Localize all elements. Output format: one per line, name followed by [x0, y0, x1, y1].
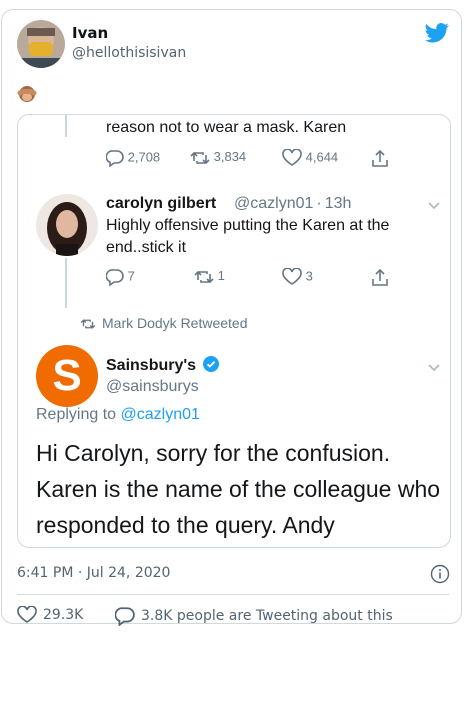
- retweet-count-value: 3,834: [213, 149, 247, 164]
- replying-handle: @cazlyn01: [120, 406, 200, 423]
- retweet-count-value: 1: [217, 268, 225, 283]
- author-handle[interactable]: @hellothisisivan: [72, 45, 186, 61]
- like-action[interactable]: 29.3K: [17, 605, 84, 624]
- reply-icon: [105, 269, 124, 287]
- share-icon: [370, 149, 390, 169]
- reply-icon: [105, 150, 124, 168]
- like-count-top: 4,644: [282, 148, 339, 167]
- conversation-link[interactable]: 3.8K people are Tweeting about this: [114, 606, 393, 627]
- share-icon: [370, 268, 390, 288]
- reply-count-value: 7: [127, 268, 135, 284]
- replying-to: Replying to @cazlyn01: [36, 406, 200, 424]
- like-count-value: 3: [305, 268, 313, 284]
- retweet-count-top: 3,834: [190, 149, 246, 166]
- heart-icon: [282, 148, 302, 166]
- carolyn-meta: @cazlyn01 · 13h: [234, 195, 351, 213]
- retweeted-by-line: Mark Dodyk Retweeted: [80, 315, 248, 331]
- sainsburys-logo: S: [36, 345, 98, 407]
- heart-icon: [282, 267, 302, 285]
- like-count-value: 4,644: [305, 149, 339, 165]
- retweet-count-carolyn: 1: [194, 268, 225, 285]
- reply-count-top: 2,708: [105, 149, 161, 168]
- carolyn-name: carolyn gilbert: [106, 195, 217, 212]
- info-icon[interactable]: [430, 564, 450, 588]
- thread-line-bottom: [65, 258, 67, 308]
- chevron-down-icon: [428, 364, 440, 372]
- sainsburys-name-row: Sainsbury's: [106, 356, 219, 375]
- retweeted-by-text: Mark Dodyk Retweeted: [102, 315, 248, 331]
- verified-badge-icon: [202, 356, 219, 372]
- embedded-tweet-card: Ivan @hellothisisivan reason not to wear…: [1, 9, 462, 627]
- sainsburys-name: Sainsbury's: [106, 357, 197, 374]
- carolyn-text: Highly offensive putting the Karen at th…: [106, 217, 390, 256]
- carolyn-avatar: [36, 194, 98, 256]
- tweet-timestamp[interactable]: 6:41 PM · Jul 24, 2020: [17, 565, 170, 581]
- see-no-evil-monkey-icon: [17, 83, 37, 107]
- reply-count-value: 2,708: [127, 149, 161, 165]
- quoted-text-top: reason not to wear a mask. Karen: [106, 119, 347, 136]
- carolyn-handle: @cazlyn01: [234, 195, 314, 212]
- divider: [17, 594, 449, 595]
- author-name[interactable]: Ivan: [72, 24, 108, 42]
- like-count: 29.3K: [43, 607, 84, 623]
- carolyn-time: 13h: [324, 195, 352, 212]
- retweet-icon: [80, 319, 96, 330]
- carolyn-meta-separator: ·: [316, 195, 322, 212]
- chevron-down-icon: [428, 202, 440, 210]
- conversation-text: 3.8K people are Tweeting about this: [141, 608, 393, 624]
- sainsburys-handle: @sainsburys: [106, 378, 199, 395]
- sainsburys-text: Hi Carolyn, sorry for the confusion. Kar…: [36, 440, 441, 538]
- thread-line-top: [65, 115, 67, 137]
- retweet-icon: [194, 270, 214, 283]
- heart-icon: [17, 605, 37, 623]
- replying-prefix: Replying to: [36, 406, 121, 423]
- reply-icon: [114, 607, 135, 627]
- author-avatar[interactable]: [17, 20, 65, 68]
- screenshot-image[interactable]: reason not to wear a mask. Karen 2,708 3…: [17, 114, 451, 548]
- twitter-bird-icon[interactable]: [425, 23, 449, 47]
- retweet-icon: [190, 151, 210, 164]
- like-count-carolyn: 3: [282, 267, 313, 286]
- reply-count-carolyn: 7: [105, 268, 135, 287]
